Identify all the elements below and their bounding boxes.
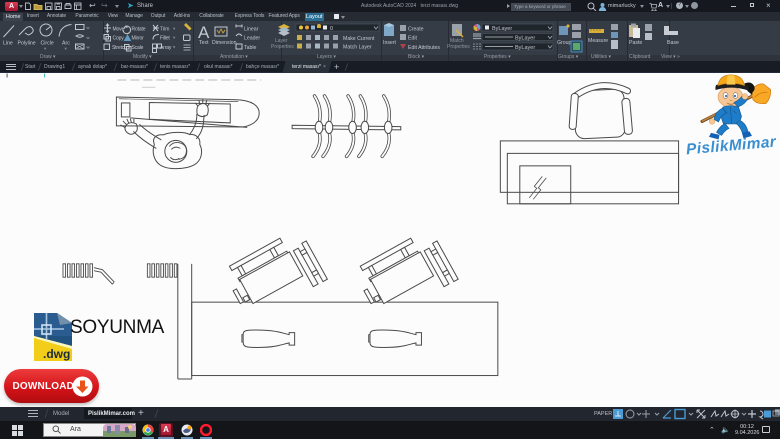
svg-text:Dimension: Dimension xyxy=(212,40,237,46)
svg-text:Line: Line xyxy=(3,41,13,47)
svg-text:Edit: Edit xyxy=(408,36,417,42)
svg-text:.dwg: .dwg xyxy=(43,347,70,361)
svg-text:Move: Move xyxy=(113,27,125,33)
svg-text:▾: ▾ xyxy=(65,46,68,51)
svg-text:PislikMimar: PislikMimar xyxy=(685,133,777,158)
svg-text:Scale: Scale xyxy=(132,45,144,51)
svg-text:ByLayer: ByLayer xyxy=(515,45,535,51)
svg-text:Edit Attributes: Edit Attributes xyxy=(408,45,440,51)
svg-text:Make Current: Make Current xyxy=(343,36,375,42)
svg-text:Paste: Paste xyxy=(629,40,642,46)
svg-text:Measure: Measure xyxy=(588,38,608,44)
svg-text:Table: Table xyxy=(244,45,257,51)
svg-text:Circle: Circle xyxy=(41,41,54,47)
svg-text:Create: Create xyxy=(408,27,424,33)
svg-text:Array: Array xyxy=(160,45,172,51)
svg-text:▾: ▾ xyxy=(44,46,47,51)
svg-text:Trim: Trim xyxy=(160,27,169,33)
svg-text:Fillet: Fillet xyxy=(160,36,170,42)
svg-text:Text: Text xyxy=(199,40,209,46)
svg-text:Match Layer: Match Layer xyxy=(343,45,372,51)
svg-text:▾: ▾ xyxy=(173,45,176,50)
svg-text:0: 0 xyxy=(330,26,333,32)
svg-text:Rotate: Rotate xyxy=(132,27,146,33)
svg-text:Properties: Properties xyxy=(447,44,470,50)
svg-text:Linear: Linear xyxy=(244,27,259,33)
svg-text:Properties: Properties xyxy=(271,44,294,50)
svg-text:ByLayer: ByLayer xyxy=(515,36,535,42)
svg-text:Polyline: Polyline xyxy=(18,41,36,47)
svg-text:▾: ▾ xyxy=(173,35,176,40)
svg-text:Group: Group xyxy=(557,40,572,46)
svg-text:Insert: Insert xyxy=(383,40,397,46)
svg-text:Leader: Leader xyxy=(244,36,260,42)
svg-text:ByLayer: ByLayer xyxy=(492,26,512,32)
svg-text:Mirror: Mirror xyxy=(132,36,145,42)
svg-text:Copy: Copy xyxy=(113,36,125,42)
svg-text:Base: Base xyxy=(667,40,679,46)
svg-text:Stretch: Stretch xyxy=(112,45,127,51)
svg-text:▾: ▾ xyxy=(173,26,176,31)
